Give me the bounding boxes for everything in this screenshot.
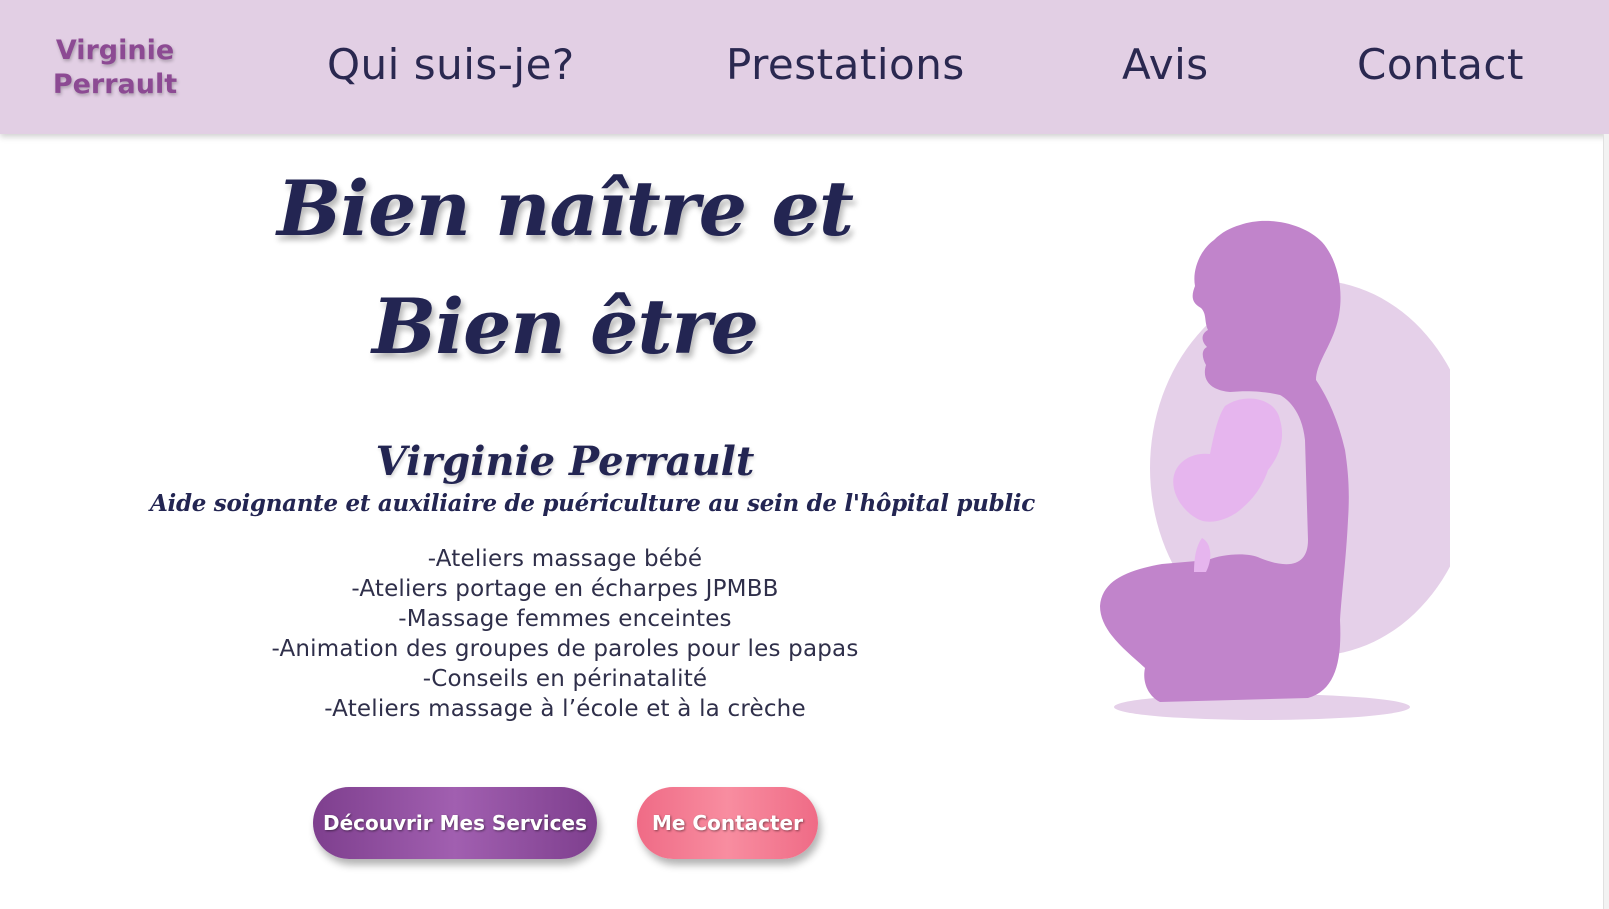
brand-logo[interactable]: Virginie Perrault bbox=[40, 34, 190, 102]
brand-last-name: Perrault bbox=[52, 69, 178, 100]
nav-link-contact[interactable]: Contact bbox=[1357, 40, 1524, 89]
service-item: -Animation des groupes de paroles pour l… bbox=[271, 636, 859, 662]
service-item: -Massage femmes enceintes bbox=[398, 606, 732, 632]
services-list: -Ateliers massage bébé -Ateliers portage… bbox=[150, 544, 980, 724]
contact-me-button[interactable]: Me Contacter bbox=[637, 787, 818, 859]
nav-link-prestations[interactable]: Prestations bbox=[726, 40, 965, 89]
top-navigation-bar: Virginie Perrault Qui suis-je? Prestatio… bbox=[0, 0, 1609, 134]
hero-title-line-2: Bien être bbox=[371, 282, 759, 371]
hero-title-line-1: Bien naître et bbox=[277, 164, 854, 253]
hero-name: Virginie Perrault bbox=[375, 438, 755, 485]
hero-subtitle: Aide soignante et auxiliaire de puéricul… bbox=[150, 490, 1035, 517]
service-item: -Conseils en périnatalité bbox=[422, 666, 708, 692]
mother-holding-baby-silhouette-icon bbox=[1090, 220, 1450, 730]
service-item: -Ateliers massage à l’école et à la crèc… bbox=[324, 696, 806, 722]
service-item: -Ateliers portage en écharpes JPMBB bbox=[351, 576, 779, 602]
hero-section: Bien naître et Bien être Virginie Perrau… bbox=[150, 150, 1035, 724]
mother-baby-illustration bbox=[1100, 220, 1450, 720]
nav-link-avis[interactable]: Avis bbox=[1122, 40, 1209, 89]
page-scrollbar[interactable] bbox=[1603, 134, 1609, 909]
page: Virginie Perrault Qui suis-je? Prestatio… bbox=[0, 0, 1609, 909]
nav-link-qui-suis-je[interactable]: Qui suis-je? bbox=[327, 40, 575, 89]
discover-services-button[interactable]: Découvrir Mes Services bbox=[313, 787, 597, 859]
service-item: -Ateliers massage bébé bbox=[427, 546, 703, 572]
brand-first-name: Virginie bbox=[55, 35, 175, 66]
hero-title: Bien naître et Bien être bbox=[150, 150, 980, 386]
